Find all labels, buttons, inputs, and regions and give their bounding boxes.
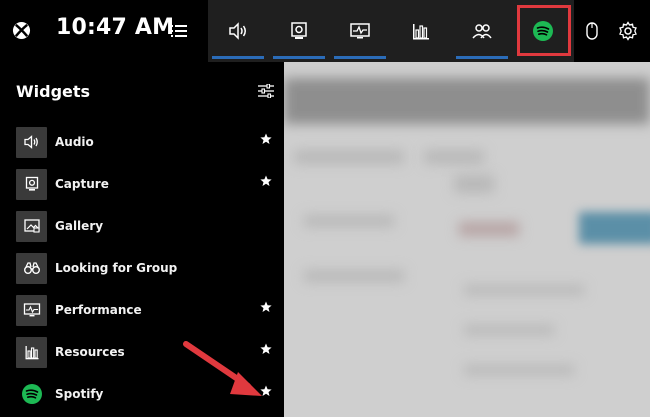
list-item-label: Gallery — [55, 219, 104, 233]
mouse-icon[interactable] — [586, 22, 598, 40]
spotify-highlight-box — [517, 5, 571, 56]
list-item-label: Capture — [55, 177, 109, 191]
annotation-arrow-icon — [183, 341, 262, 396]
gallery-icon — [23, 219, 40, 233]
list-item-label: Looking for Group — [55, 261, 178, 275]
capture-icon — [25, 176, 38, 191]
performance-icon — [350, 23, 370, 39]
list-item-looking-for-group[interactable]: Looking for Group — [16, 251, 278, 285]
panel-title: Widgets — [16, 82, 91, 101]
menu-icon[interactable] — [171, 25, 187, 37]
tab-performance[interactable] — [330, 0, 390, 62]
speaker-icon — [23, 135, 38, 149]
clock: 10:47 AM — [56, 15, 175, 40]
star-icon[interactable] — [260, 301, 272, 313]
xbox-logo-icon[interactable] — [12, 21, 31, 40]
tab-audio[interactable] — [208, 0, 268, 62]
gear-icon[interactable] — [618, 21, 638, 41]
list-item-gallery[interactable]: Gallery — [16, 209, 278, 243]
list-item-label: Audio — [55, 135, 94, 149]
tab-looking-for-group[interactable] — [452, 0, 512, 62]
list-item-capture[interactable]: Capture — [16, 167, 278, 201]
group-icon — [472, 24, 492, 39]
capture-icon — [291, 22, 307, 39]
spotify-icon — [21, 384, 42, 404]
top-bar: 10:47 AM — [0, 0, 208, 62]
performance-icon — [23, 303, 40, 317]
blurred-desktop-background — [284, 0, 650, 417]
list-item-label: Resources — [55, 345, 125, 359]
binoculars-icon — [23, 262, 40, 274]
list-item-label: Performance — [55, 303, 142, 317]
list-item-performance[interactable]: Performance — [16, 293, 278, 327]
resources-icon — [413, 24, 429, 40]
tab-capture[interactable] — [269, 0, 329, 62]
resources-icon — [25, 346, 38, 360]
tab-resources[interactable] — [391, 0, 451, 62]
list-item-label: Spotify — [55, 387, 104, 401]
sliders-icon[interactable] — [258, 84, 274, 98]
star-icon[interactable] — [260, 175, 272, 187]
speaker-icon — [229, 22, 246, 40]
list-item-audio[interactable]: Audio — [16, 125, 278, 159]
star-icon[interactable] — [260, 133, 272, 145]
